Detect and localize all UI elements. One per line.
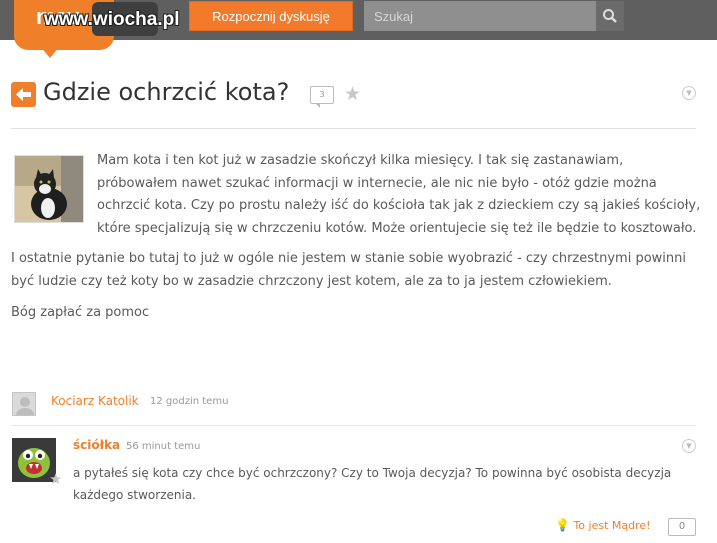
comment-bubble-icon[interactable]: 3 <box>310 86 334 108</box>
author-avatar[interactable] <box>12 392 36 416</box>
start-discussion-button[interactable]: Rozpocznij dyskusję <box>189 1 353 31</box>
smart-label: To jest Mądre! <box>573 519 651 532</box>
comment-time: 56 minut temu <box>126 441 201 452</box>
watermark: www.wiocha.pl <box>44 9 180 30</box>
smart-button[interactable]: 💡 To jest Mądre! <box>555 518 651 532</box>
logo-tail <box>40 46 60 58</box>
comment-text: a pytałeś się kota czy chce być ochrzczo… <box>73 466 672 502</box>
question-title: Gdzie ochrzcić kota? <box>43 78 290 106</box>
lightbulb-icon: 💡 <box>555 518 570 532</box>
star-icon[interactable]: ★ <box>344 85 361 104</box>
comment-author[interactable]: ściółka <box>73 438 120 452</box>
question-paragraph: I ostatnie pytanie bo tutaj to już w ogó… <box>11 251 687 289</box>
smart-count: 0 <box>668 518 696 536</box>
dropdown-icon[interactable]: ▼ <box>682 439 696 453</box>
question-paragraph: Mam kota i ten kot już w zasadzie skończ… <box>97 153 701 236</box>
divider <box>11 425 696 426</box>
dropdown-icon[interactable]: ▼ <box>682 86 696 100</box>
question-author[interactable]: Kociarz Katolik <box>51 394 139 408</box>
star-icon: ★ <box>49 470 63 488</box>
top-bar: mov www.wiocha.pl Rozpocznij dyskusję Sz… <box>0 0 717 58</box>
divider <box>11 128 696 129</box>
question-paragraph: Bóg zapłać za pomoc <box>11 304 150 320</box>
question-time: 12 godzin temu <box>150 396 229 407</box>
search-input[interactable]: Szukaj <box>364 1 596 31</box>
back-arrow-icon[interactable] <box>11 82 36 107</box>
search-button[interactable] <box>596 1 624 31</box>
question-body: Mam kota i ten kot już w zasadzie skończ… <box>11 150 701 332</box>
search-icon <box>603 9 617 23</box>
